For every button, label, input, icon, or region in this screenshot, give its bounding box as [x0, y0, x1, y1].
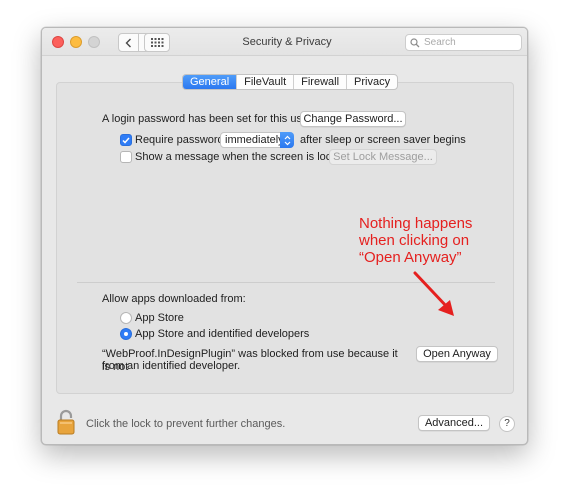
checkmark-icon: [122, 137, 130, 144]
lock-icon[interactable]: [56, 408, 76, 436]
minimize-window-button[interactable]: [70, 36, 82, 48]
help-button[interactable]: ?: [499, 416, 515, 432]
open-anyway-button[interactable]: Open Anyway: [416, 346, 498, 362]
show-all-button[interactable]: [144, 33, 170, 52]
select-chevron-icon: [280, 132, 294, 148]
login-password-text: A login password has been set for this u…: [102, 113, 312, 125]
require-password-label: Require password: [135, 134, 224, 146]
radio-identified-developers[interactable]: [120, 328, 132, 340]
allow-apps-heading: Allow apps downloaded from:: [102, 293, 246, 305]
annotation-arrow-icon: [413, 271, 454, 316]
close-window-button[interactable]: [52, 36, 64, 48]
require-password-checkbox[interactable]: [120, 134, 132, 146]
show-message-checkbox[interactable]: [120, 151, 132, 163]
blocked-message-line2: from an identified developer.: [102, 360, 241, 372]
radio-identified-developers-label: App Store and identified developers: [135, 328, 310, 340]
advanced-button[interactable]: Advanced...: [418, 415, 490, 431]
tab-firewall[interactable]: Firewall: [293, 75, 346, 89]
set-lock-message-button[interactable]: Set Lock Message...: [329, 149, 437, 165]
chevron-left-icon: [125, 38, 131, 47]
grid-icon: [150, 38, 163, 47]
require-password-suffix: after sleep or screen saver begins: [300, 134, 466, 146]
lock-hint-text: Click the lock to prevent further change…: [86, 418, 286, 430]
annotation-line-1: Nothing happens: [359, 215, 473, 232]
tab-privacy[interactable]: Privacy: [346, 75, 397, 89]
footer-bar: Click the lock to prevent further change…: [42, 406, 527, 442]
tab-filevault[interactable]: FileVault: [236, 75, 293, 89]
require-password-value: immediately: [225, 134, 284, 146]
change-password-button[interactable]: Change Password...: [300, 111, 406, 127]
red-annotation: Nothing happens when clicking on “Open A…: [359, 215, 489, 266]
radio-app-store-label: App Store: [135, 312, 184, 324]
search-icon: [410, 37, 420, 47]
annotation-line-2: when clicking on: [359, 232, 470, 249]
tab-bar: General FileVault Firewall Privacy: [182, 74, 399, 90]
back-button[interactable]: [118, 33, 139, 52]
search-placeholder: Search: [424, 37, 456, 48]
require-password-select[interactable]: immediately: [220, 132, 294, 148]
radio-app-store[interactable]: [120, 312, 132, 324]
search-field[interactable]: Search: [405, 34, 522, 51]
window-title: Security & Privacy: [242, 36, 332, 48]
title-bar: Security & Privacy Search: [42, 28, 527, 56]
tab-general[interactable]: General: [183, 75, 237, 89]
annotation-line-3: “Open Anyway”: [359, 249, 462, 266]
show-message-label: Show a message when the screen is locked: [135, 151, 350, 163]
zoom-window-button[interactable]: [88, 36, 100, 48]
